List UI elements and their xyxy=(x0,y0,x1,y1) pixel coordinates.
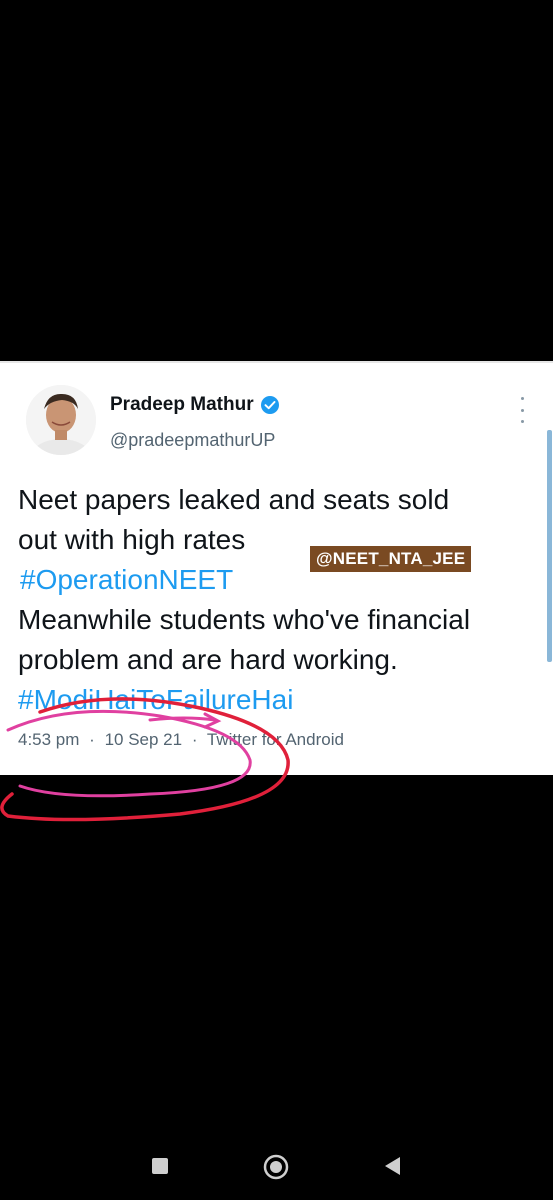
hashtag-link[interactable]: #ModiHaiToFailureHai xyxy=(18,680,538,720)
scrollbar[interactable] xyxy=(547,430,552,662)
tweet-meta: 4:53 pm · 10 Sep 21 · Twitter for Androi… xyxy=(18,730,349,750)
home-icon[interactable] xyxy=(263,1154,289,1180)
verified-badge-icon xyxy=(260,396,279,414)
more-vertical-icon[interactable] xyxy=(515,397,529,423)
android-nav-bar xyxy=(0,1140,553,1195)
avatar[interactable] xyxy=(26,385,96,455)
user-handle[interactable]: @pradeepmathurUP xyxy=(110,430,275,451)
tweet-text: Neet papers leaked and seats sold out wi… xyxy=(18,480,538,720)
back-icon[interactable] xyxy=(382,1155,402,1177)
meta-separator: · xyxy=(191,730,198,749)
tweet-time: 4:53 pm xyxy=(18,730,80,749)
tweet-card: Pradeep Mathur @pradeepmathurUP Neet pap… xyxy=(0,361,553,775)
tweet-line: problem and are hard working. xyxy=(18,644,398,675)
tweet-line: Neet papers leaked and seats sold xyxy=(18,484,450,515)
tweet-date: 10 Sep 21 xyxy=(104,730,183,749)
watermark-label: @NEET_NTA_JEE xyxy=(310,546,472,572)
display-name[interactable]: Pradeep Mathur xyxy=(110,394,254,416)
recent-apps-icon[interactable] xyxy=(152,1158,168,1174)
tweet-line: Meanwhile students who've financial xyxy=(18,604,471,635)
meta-separator: · xyxy=(89,730,95,749)
tweet-source[interactable]: Twitter for Android xyxy=(207,730,344,749)
